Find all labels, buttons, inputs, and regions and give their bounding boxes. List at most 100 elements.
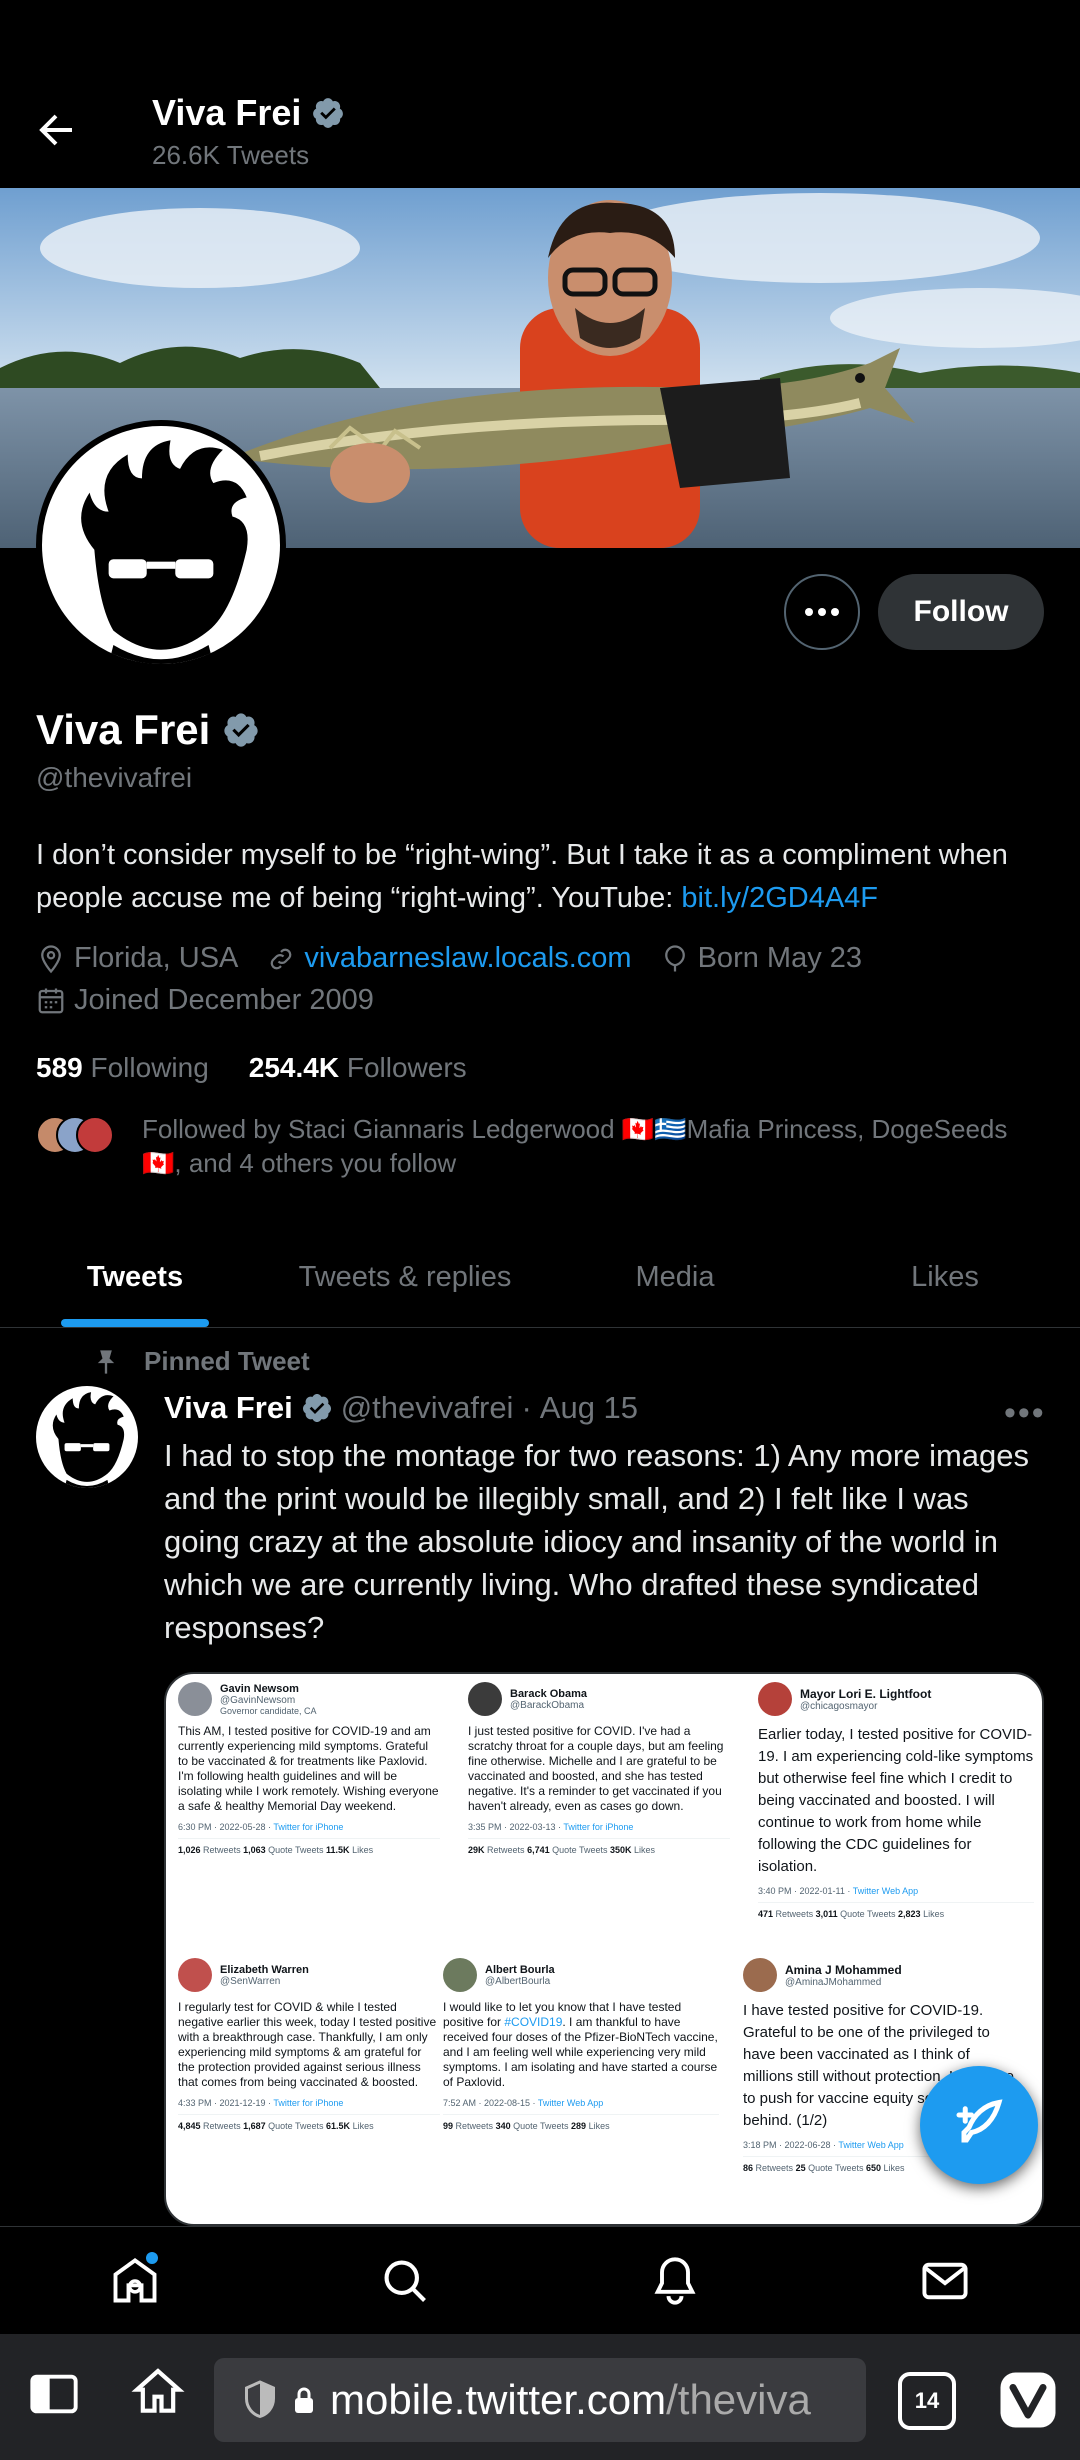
tweet-date[interactable]: Aug 15 (540, 1390, 638, 1426)
more-options-button[interactable] (784, 574, 860, 650)
montage-rt: 4,845 (178, 2121, 201, 2131)
nav-messages[interactable] (910, 2246, 980, 2316)
bio-link[interactable]: bit.ly/2GD4A4F (681, 882, 878, 914)
home-notification-dot (146, 2251, 158, 2264)
montage-body: This AM, I tested positive for COVID-19 … (178, 1724, 439, 1813)
tab-likes[interactable]: Likes (810, 1228, 1080, 1327)
pinned-label-text: Pinned Tweet (144, 1346, 310, 1376)
profile-tabs: Tweets Tweets & replies Media Likes (0, 1228, 1080, 1328)
tweet-media-image[interactable]: Gavin Newsom @GavinNewsom Governor candi… (164, 1672, 1044, 2226)
shield-icon (245, 2380, 275, 2419)
header-title: Viva Frei (152, 92, 345, 134)
montage-qt: 6,741 (527, 1845, 550, 1855)
lock-icon (295, 2387, 313, 2413)
balloon-icon (664, 944, 685, 971)
tweet-avatar[interactable] (36, 1386, 138, 1488)
montage-time: 3:40 PM · 2022-01-11 · (758, 1886, 851, 1896)
pinned-label: Pinned Tweet (97, 1346, 310, 1377)
tweet-more-icon[interactable]: ••• (1004, 1394, 1046, 1433)
website-link[interactable]: vivabarneslaw.locals.com (304, 942, 631, 975)
rt-label: Retweets (775, 1909, 814, 1919)
montage-name: Albert Bourla (485, 1963, 555, 1976)
montage-card: Mayor Lori E. Lightfoot @chicagosmayor E… (746, 1674, 1042, 1927)
vivaldi-menu-icon[interactable] (998, 2370, 1058, 2435)
montage-handle: @chicagosmayor (800, 1700, 878, 1712)
pin-icon (97, 1349, 115, 1374)
nav-notifications[interactable] (640, 2246, 710, 2316)
montage-likes: 650 (866, 2163, 882, 2173)
search-icon (384, 2260, 426, 2302)
url-domain: mobile.twitter.com (330, 2376, 667, 2423)
tab-media[interactable]: Media (540, 1228, 810, 1327)
likes-label: Likes (352, 1845, 374, 1855)
montage-client: Twitter for iPhone (273, 2098, 344, 2108)
montage-time: 4:33 PM · 2021-12-19 · (178, 2098, 272, 2108)
montage-rt: 86 (743, 2163, 754, 2173)
followed-by[interactable]: Followed by Staci Giannaris Ledgerwood 🇨… (36, 1112, 1046, 1180)
tweet-author-handle[interactable]: @thevivafrei (341, 1390, 514, 1426)
bottom-navigation (0, 2226, 1080, 2334)
url-path: /theviva (666, 2376, 811, 2423)
montage-name: Gavin Newsom (220, 1682, 299, 1695)
qt-label: Quote Tweets (268, 2121, 324, 2131)
following-count: 589 (36, 1052, 83, 1083)
montage-time: 7:52 AM · 2022-08-15 · (443, 2098, 536, 2108)
montage-client: Twitter Web App (838, 2140, 904, 2150)
location-pin-icon (41, 944, 61, 973)
tab-count-button[interactable]: 14 (898, 2372, 956, 2430)
sidebar-toggle-icon[interactable] (28, 2368, 80, 2425)
compose-tweet-button[interactable] (920, 2066, 1038, 2184)
montage-time: 3:18 PM · 2022-06-28 · (743, 2140, 837, 2150)
link-icon (271, 948, 292, 969)
montage-time: 3:35 PM · 2022-03-13 · (468, 1822, 562, 1832)
following-count-link[interactable]: 589 Following (36, 1052, 209, 1084)
montage-rt: 29K (468, 1845, 485, 1855)
followed-by-text: Followed by Staci Giannaris Ledgerwood 🇨… (142, 1114, 1008, 1178)
montage-handle: @AlbertBourla (485, 1975, 551, 1987)
qt-label: Quote Tweets (840, 1909, 896, 1919)
montage-avatar (443, 1958, 477, 1992)
montage-qt: 1,687 (243, 2121, 266, 2131)
montage-avatar (468, 1682, 502, 1716)
montage-avatar (178, 1958, 212, 1992)
follower-avatars (36, 1116, 116, 1156)
mail-icon (922, 2262, 968, 2299)
montage-handle: @AminaJMohammed (785, 1976, 882, 1988)
montage-likes: 289 (571, 2121, 587, 2131)
montage-card: Gavin Newsom @GavinNewsom Governor candi… (166, 1674, 452, 1863)
birthday: Born May 23 (660, 942, 862, 975)
montage-body: I would like to let you know that I have… (443, 2000, 719, 2090)
header-name: Viva Frei (152, 92, 302, 133)
qt-label: Quote Tweets (552, 1845, 608, 1855)
profile-avatar[interactable] (36, 420, 286, 670)
tweet-author-name[interactable]: Viva Frei (164, 1390, 293, 1426)
montage-card: Albert Bourla @AlbertBourla I would like… (431, 1950, 731, 2139)
montage-body: Earlier today, I tested positive for COV… (758, 1726, 1034, 1875)
tab-tweets-replies[interactable]: Tweets & replies (270, 1228, 540, 1327)
follow-button[interactable]: Follow (878, 574, 1044, 650)
montage-card: Barack Obama @BarackObama I just tested … (456, 1674, 742, 1863)
tab-tweets[interactable]: Tweets (0, 1228, 270, 1327)
montage-qt: 3,011 (815, 1909, 838, 1919)
montage-rt: 99 (443, 2121, 454, 2131)
followers-count: 254.4K (248, 1052, 340, 1083)
browser-home-icon[interactable] (130, 2364, 186, 2425)
montage-body: I regularly test for COVID & while I tes… (178, 2000, 437, 2089)
montage-client: Twitter for iPhone (563, 1822, 634, 1832)
website[interactable]: vivabarneslaw.locals.com (266, 942, 632, 975)
nav-search[interactable] (370, 2246, 440, 2316)
montage-avatar (758, 1682, 792, 1716)
rt-label: Retweets (755, 2163, 794, 2173)
nav-home[interactable] (100, 2246, 170, 2316)
compose-feather-icon (956, 2099, 1003, 2143)
tweet-header: Viva Frei @thevivafrei · Aug 15 (164, 1390, 638, 1426)
address-bar[interactable]: mobile.twitter.com/theviva (214, 2358, 866, 2442)
followers-count-link[interactable]: 254.4K Followers (249, 1052, 467, 1084)
montage-card: Elizabeth Warren @SenWarren I regularly … (166, 1950, 452, 2139)
montage-likes: 350K (610, 1845, 632, 1855)
back-arrow-icon[interactable] (32, 106, 80, 154)
qt-label: Quote Tweets (513, 2121, 569, 2131)
profile-name-text: Viva Frei (36, 706, 211, 753)
bell-icon (654, 2256, 696, 2305)
montage-avatar (743, 1958, 777, 1992)
